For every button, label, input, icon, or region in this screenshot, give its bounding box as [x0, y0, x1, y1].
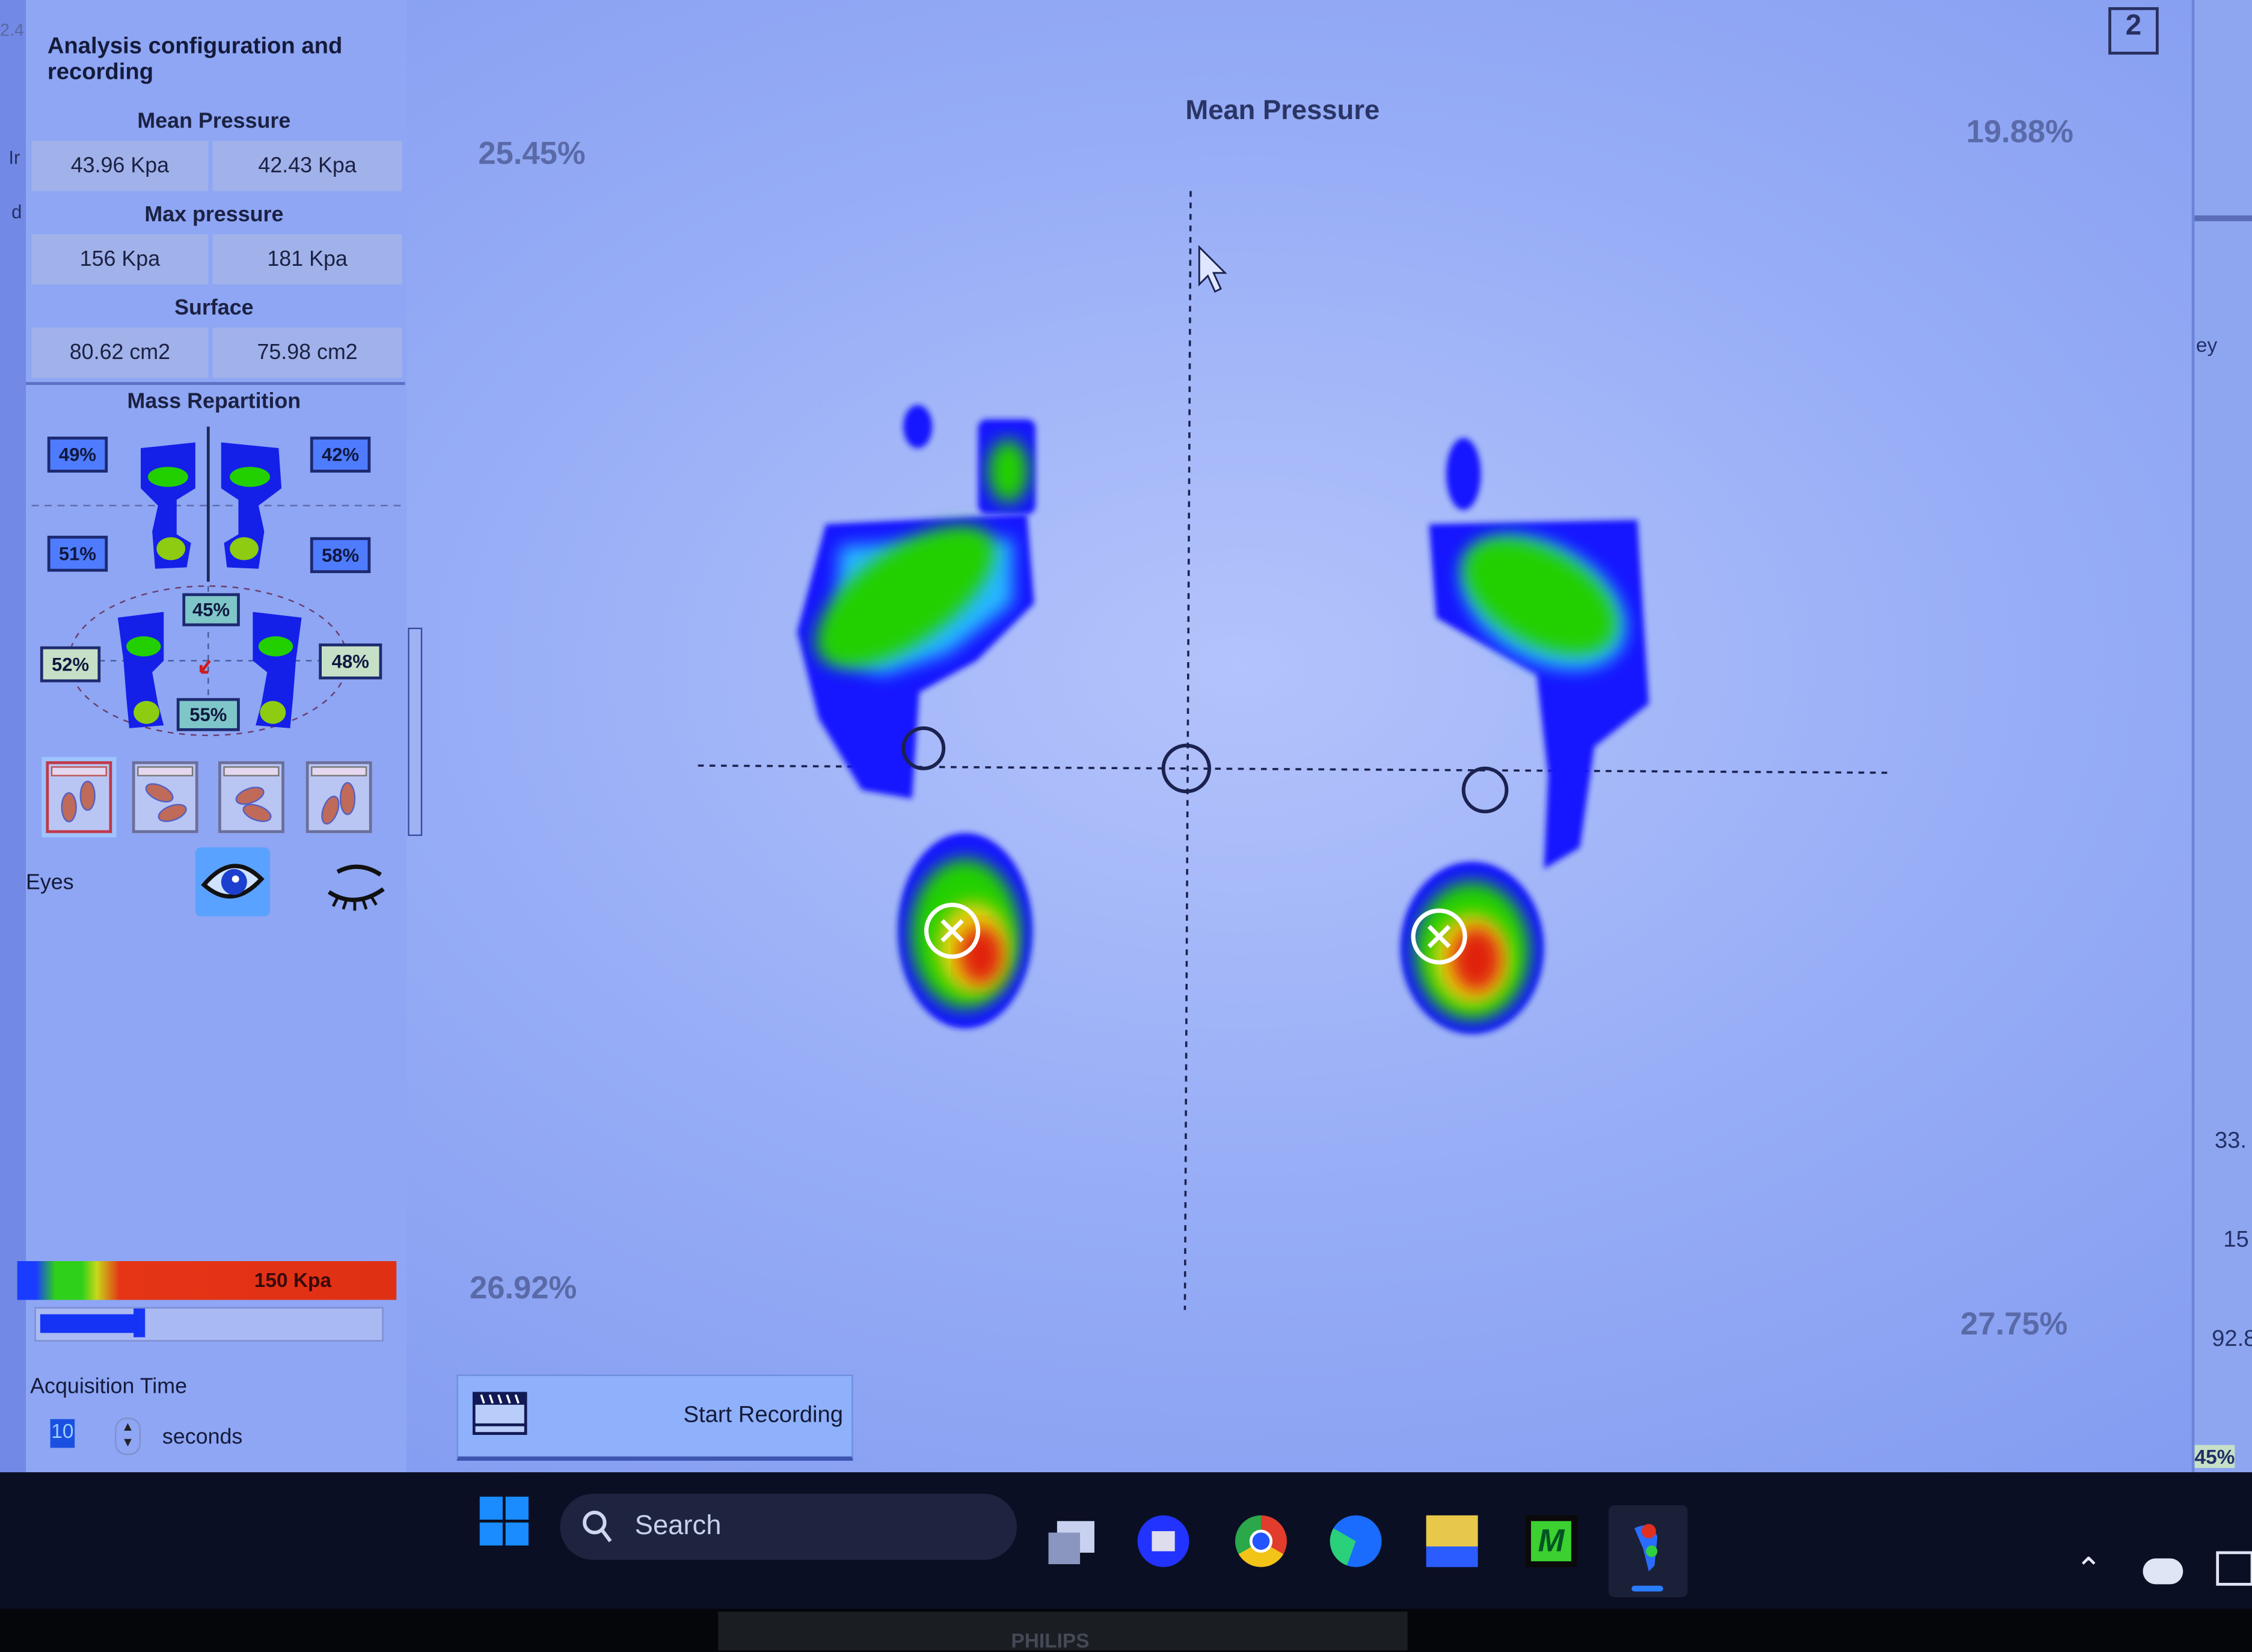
edge-icon[interactable] [1330, 1515, 1382, 1567]
left-foot-heatmap [797, 405, 1036, 1029]
app-screen: 2.4 Ir d Analysis configuration and reco… [0, 0, 2252, 1480]
start-button[interactable] [479, 1496, 529, 1546]
vertical-axis [1183, 191, 1192, 1310]
divider [2194, 215, 2252, 221]
taskbar [0, 1472, 2252, 1609]
right-foot-heatmap [1400, 438, 1649, 1034]
windows-logo-icon [505, 1496, 529, 1520]
side-fragment-text: 92.8 [2212, 1327, 2252, 1352]
chrome-icon[interactable] [1235, 1515, 1287, 1567]
start-recording-label: Start Recording [683, 1403, 843, 1428]
side-window-fragment: ey 33. 15 92.8 45% [2191, 0, 2252, 1480]
side-fragment-text: 45% [2194, 1445, 2235, 1468]
foot-analysis-app-button[interactable] [1609, 1505, 1688, 1597]
tray-overflow-icon[interactable]: ⌃ [2075, 1551, 2102, 1588]
search-placeholder: Search [634, 1511, 722, 1541]
mouse-cursor-icon [1198, 245, 1227, 293]
foot-app-icon [1631, 1524, 1663, 1592]
onedrive-cloud-icon[interactable] [2143, 1558, 2183, 1585]
start-recording-button[interactable]: Start Recording [456, 1374, 853, 1461]
network-monitor-icon[interactable] [2216, 1551, 2252, 1586]
windows-logo-icon [479, 1522, 503, 1546]
side-fragment-text: ey [2195, 333, 2218, 357]
right-foot-center-marker [1461, 766, 1509, 814]
side-fragment-text: 15 [2223, 1228, 2249, 1253]
side-fragment-text: 33. [2214, 1129, 2247, 1153]
pressure-map [698, 191, 1888, 1310]
meet-app-icon[interactable] [1137, 1515, 1189, 1567]
monitor-brand-logo: PHILIPS [1011, 1629, 1090, 1652]
monitor-bezel: PHILIPS [0, 1609, 2252, 1652]
windows-logo-icon [479, 1496, 503, 1520]
task-view-icon[interactable] [1046, 1515, 1097, 1567]
taskbar-search[interactable]: Search [560, 1493, 1017, 1560]
file-explorer-icon[interactable] [1426, 1515, 1478, 1567]
search-icon [583, 1510, 612, 1543]
m-app-icon[interactable]: M [1525, 1515, 1577, 1567]
clapperboard-icon [472, 1392, 527, 1436]
windows-logo-icon [505, 1522, 529, 1546]
